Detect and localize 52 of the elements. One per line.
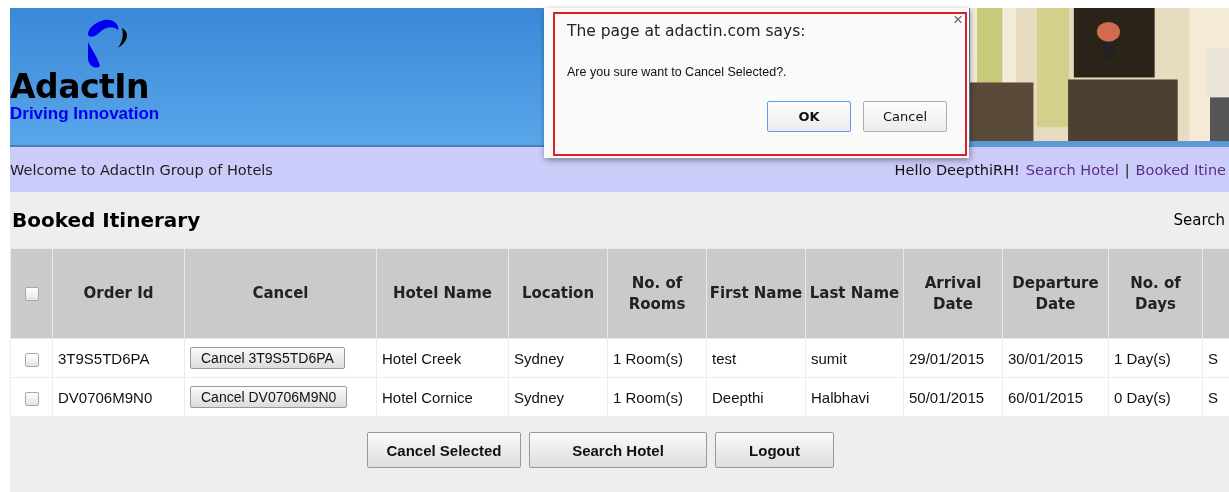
close-button[interactable]: × xyxy=(951,10,965,30)
logo-name: AdactIn xyxy=(10,70,150,104)
nav-link[interactable]: Booked Itine xyxy=(1135,161,1226,178)
page-title: Booked Itinerary xyxy=(12,208,201,232)
table-cell: S xyxy=(1208,349,1218,367)
action-button[interactable]: Search Hotel xyxy=(529,432,707,468)
table-cell: DV0706M9N0 xyxy=(58,388,153,406)
column-header: Location xyxy=(508,248,608,339)
table-cell: 0 Day(s) xyxy=(1114,388,1171,406)
nav-link[interactable]: Search Hotel xyxy=(1025,161,1119,178)
column-header: Hotel Name xyxy=(376,248,509,339)
search-label: Search xyxy=(1173,211,1226,229)
cancel-order-button[interactable]: Cancel DV0706M9N0 xyxy=(190,386,348,408)
table-cell: 29/01/2015 xyxy=(909,349,985,367)
table-cell: 3T9S5TD6PA xyxy=(58,349,150,367)
table-cell: Sydney xyxy=(514,349,565,367)
table-cell: 60/01/2015 xyxy=(1008,388,1084,406)
table-cell: Hotel Cornice xyxy=(382,388,473,406)
dialog-button[interactable]: OK xyxy=(767,101,851,132)
nav-separator: | xyxy=(1124,161,1130,178)
greeting-text: Hello DeepthiRH! xyxy=(894,161,1020,178)
column-header: Order Id xyxy=(52,248,185,339)
column-header: Cancel xyxy=(184,248,377,339)
column-header: Arrival Date xyxy=(903,248,1003,339)
action-button[interactable]: Cancel Selected xyxy=(367,432,521,468)
table-cell: Deepthi xyxy=(712,388,764,406)
column-header: No. of Rooms xyxy=(607,248,707,339)
column-header: Last Name xyxy=(805,248,904,339)
table-cell: 1 Room(s) xyxy=(613,349,683,367)
table-cell: sumit xyxy=(811,349,847,367)
column-header: Departure Date xyxy=(1002,248,1109,339)
table-cell: 1 Room(s) xyxy=(613,388,683,406)
table-cell: 30/01/2015 xyxy=(1008,349,1084,367)
select-all-checkbox[interactable] xyxy=(24,286,39,301)
dialog-title: The page at adactin.com says: xyxy=(567,22,807,40)
row-checkbox[interactable] xyxy=(24,352,39,367)
table-cell: Sydney xyxy=(514,388,565,406)
dialog-message: Are you sure want to Cancel Selected?. xyxy=(567,65,788,79)
table-cell: 50/01/2015 xyxy=(909,388,985,406)
column-header: No. of Days xyxy=(1108,248,1203,339)
table-cell: S xyxy=(1208,388,1218,406)
column-header: First Name xyxy=(706,248,806,339)
welcome-text: Welcome to AdactIn Group of Hotels xyxy=(10,161,273,178)
action-button[interactable]: Logout xyxy=(715,432,834,468)
cancel-order-button[interactable]: Cancel 3T9S5TD6PA xyxy=(190,347,345,369)
table-cell: Hotel Creek xyxy=(382,349,462,367)
table-cell: Halbhavi xyxy=(811,388,870,406)
table-cell: test xyxy=(712,349,737,367)
row-checkbox[interactable] xyxy=(24,391,39,406)
table-cell: 1 Day(s) xyxy=(1114,349,1171,367)
dialog-button[interactable]: Cancel xyxy=(863,101,947,132)
logo-tagline: Driving Innovation xyxy=(10,104,160,124)
